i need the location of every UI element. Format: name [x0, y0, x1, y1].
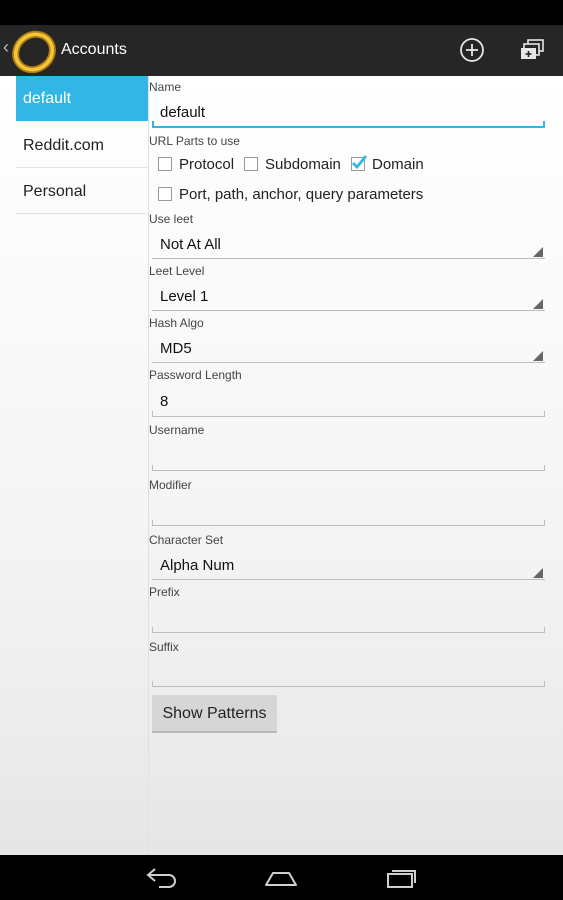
name-underline-tick-left	[152, 121, 154, 126]
recent-apps-icon[interactable]	[385, 865, 419, 889]
stacked-windows-icon[interactable]	[520, 39, 544, 61]
modifier-tick-left	[152, 520, 153, 525]
name-input[interactable]: default	[160, 104, 205, 121]
account-item-label: default	[23, 90, 72, 107]
account-item-reddit[interactable]: Reddit.com	[16, 123, 148, 168]
account-item-label: Personal	[23, 183, 87, 200]
modifier-label: Modifier	[149, 478, 192, 492]
prefix-tick-right	[544, 627, 545, 632]
content-area: default Reddit.com Personal Name default…	[0, 76, 563, 855]
password-length-underline	[152, 416, 545, 417]
account-item-personal[interactable]: Personal	[16, 169, 148, 214]
use-leet-underline	[152, 258, 545, 259]
suffix-tick-right	[544, 681, 545, 686]
prefix-label: Prefix	[149, 585, 180, 599]
leet-level-underline	[152, 310, 545, 311]
username-tick-right	[544, 465, 545, 470]
use-leet-spinner[interactable]: Not At All	[160, 236, 221, 253]
hash-algo-spinner[interactable]: MD5	[160, 340, 192, 357]
check-icon	[352, 155, 368, 170]
dropdown-arrow-icon	[533, 351, 543, 361]
action-bar: ‹ Accounts	[0, 25, 563, 76]
hash-algo-label: Hash Algo	[149, 316, 204, 330]
status-bar	[0, 0, 563, 25]
password-length-tick-right	[544, 411, 545, 416]
use-leet-label: Use leet	[149, 212, 194, 226]
password-length-input[interactable]: 8	[160, 393, 168, 410]
dropdown-arrow-icon	[533, 299, 543, 309]
prefix-tick-left	[152, 627, 153, 632]
add-account-icon[interactable]	[459, 37, 485, 63]
domain-label: Domain	[372, 156, 424, 173]
name-underline	[152, 126, 545, 128]
suffix-tick-left	[152, 681, 153, 686]
name-label: Name	[149, 80, 182, 94]
show-patterns-button[interactable]: Show Patterns	[152, 695, 277, 733]
password-length-tick-left	[152, 411, 153, 416]
character-set-label: Character Set	[149, 533, 224, 547]
modifier-tick-right	[544, 520, 545, 525]
back-chevron-icon[interactable]: ‹	[3, 37, 9, 58]
leet-level-spinner[interactable]: Level 1	[160, 288, 208, 305]
subdomain-label: Subdomain	[265, 156, 341, 173]
modifier-underline	[152, 525, 545, 526]
protocol-label: Protocol	[179, 156, 235, 173]
username-label: Username	[149, 423, 205, 437]
prefix-underline	[152, 632, 545, 633]
password-length-label: Password Length	[149, 368, 242, 382]
port-path-checkbox[interactable]	[158, 187, 172, 201]
gold-ring-logo-icon[interactable]	[10, 28, 58, 74]
hash-algo-underline	[152, 362, 545, 363]
back-arrow-icon[interactable]	[145, 865, 179, 889]
port-path-label: Port, path, anchor, query parameters	[179, 186, 424, 203]
name-underline-tick-right	[543, 121, 545, 126]
account-settings-form: Name default URL Parts to use Protocol S…	[149, 76, 563, 855]
subdomain-checkbox[interactable]	[244, 157, 258, 171]
protocol-checkbox[interactable]	[158, 157, 172, 171]
username-underline	[152, 470, 545, 471]
dropdown-arrow-icon	[533, 247, 543, 257]
home-icon[interactable]	[263, 865, 299, 889]
username-tick-left	[152, 465, 153, 470]
account-item-default[interactable]: default	[16, 76, 148, 121]
url-parts-label: URL Parts to use	[149, 134, 240, 148]
dropdown-arrow-icon	[533, 568, 543, 578]
suffix-underline	[152, 686, 545, 687]
navigation-bar	[0, 855, 563, 900]
character-set-underline	[152, 579, 545, 580]
character-set-spinner[interactable]: Alpha Num	[160, 557, 234, 574]
action-bar-title: Accounts	[61, 41, 127, 58]
account-item-label: Reddit.com	[23, 137, 104, 154]
leet-level-label: Leet Level	[149, 264, 205, 278]
suffix-label: Suffix	[149, 640, 179, 654]
accounts-list: default Reddit.com Personal	[0, 76, 149, 855]
